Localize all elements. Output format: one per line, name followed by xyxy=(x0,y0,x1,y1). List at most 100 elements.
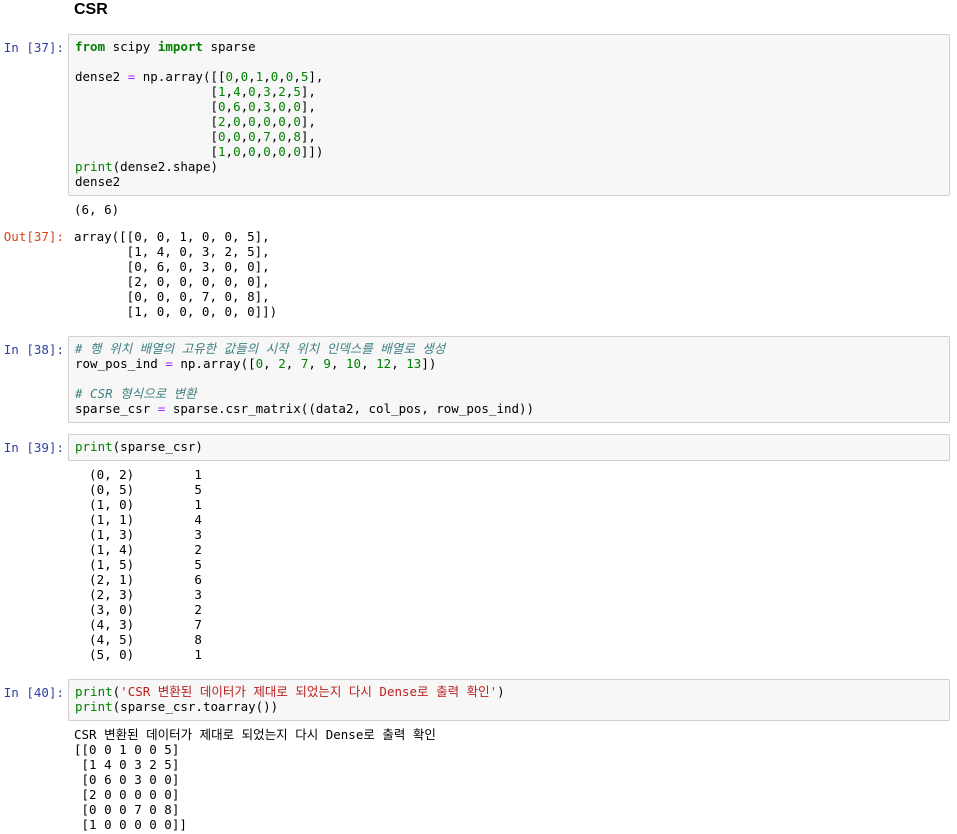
cell-39-stdout-line: (1, 4) 2 xyxy=(74,542,202,557)
code-token: , xyxy=(361,356,377,371)
cell-37-stdout: (6, 6) xyxy=(74,202,119,217)
cell-39-stdout-line: (2, 3) 3 xyxy=(74,587,202,602)
code-token: = xyxy=(165,356,173,371)
code-line: print(sparse_csr) xyxy=(75,439,943,454)
code-line: print(sparse_csr.toarray()) xyxy=(75,699,943,714)
code-token: 13 xyxy=(406,356,422,371)
code-line: sparse_csr = sparse.csr_matrix((data2, c… xyxy=(75,401,943,416)
code-token: 1 xyxy=(218,144,226,159)
code-token: (dense2.shape) xyxy=(112,159,218,174)
code-token: , xyxy=(240,129,249,144)
code-token: (sparse_csr.toarray()) xyxy=(112,699,279,714)
code-line: print('CSR 변환된 데이터가 제대로 되었는지 다시 Dense로 출… xyxy=(75,684,943,699)
code-token: , xyxy=(308,356,324,371)
code-token: , xyxy=(225,84,234,99)
code-token: import xyxy=(157,39,203,54)
code-token: ], xyxy=(308,69,324,84)
code-line: # CSR 형식으로 변환 xyxy=(75,386,943,401)
code-token: 7 xyxy=(263,129,271,144)
code-token: 5 xyxy=(293,84,301,99)
code-token: 0 xyxy=(278,114,286,129)
code-token: [ xyxy=(75,84,218,99)
code-line: from scipy import sparse xyxy=(75,39,943,54)
code-token: 0 xyxy=(278,144,286,159)
code-token: , xyxy=(240,144,249,159)
cell-37-code-editor[interactable]: from scipy import sparse dense2 = np.arra… xyxy=(68,34,950,196)
code-token: , xyxy=(391,356,407,371)
code-line: dense2 = np.array([[0,0,1,0,0,5], xyxy=(75,69,943,84)
code-token: ], xyxy=(300,114,316,129)
code-token: [ xyxy=(75,99,218,114)
code-token: sparse_csr xyxy=(75,401,158,416)
code-token: , xyxy=(248,69,256,84)
code-token: , xyxy=(263,356,279,371)
cell-37-result: array([[0, 0, 1, 0, 0, 5], [1, 4, 0, 3, … xyxy=(74,229,277,319)
cell-40-stdout-line: [0 0 0 7 0 8] xyxy=(74,802,180,817)
code-token: 8 xyxy=(293,129,301,144)
code-token: 0 xyxy=(278,129,286,144)
code-token: , xyxy=(278,69,286,84)
code-token: print xyxy=(75,159,113,174)
code-token: scipy xyxy=(105,39,158,54)
cell-39-stdout-line: (3, 0) 2 xyxy=(74,602,202,617)
cell-40-stdout: CSR 변환된 데이터가 제대로 되었는지 다시 Dense로 출력 확인 [[0… xyxy=(74,727,436,832)
code-token: print xyxy=(75,684,113,699)
code-token: sparse xyxy=(202,39,256,54)
cell-37-result-line: [2, 0, 0, 0, 0, 0], xyxy=(74,274,270,289)
code-line: [0,6,0,3,0,0], xyxy=(75,99,943,114)
cell-37-result-line: [0, 0, 0, 7, 0, 8], xyxy=(74,289,270,304)
code-token: , xyxy=(240,114,249,129)
code-token: 2 xyxy=(218,114,226,129)
code-line: [1,0,0,0,0,0]]) xyxy=(75,144,943,159)
cell-39-stdout-line: (5, 0) 1 xyxy=(74,647,202,662)
code-token: , xyxy=(330,356,347,371)
code-token: , xyxy=(225,144,234,159)
code-token: 3 xyxy=(263,99,271,114)
code-line: [2,0,0,0,0,0], xyxy=(75,114,943,129)
code-token: 0 xyxy=(248,144,256,159)
cell-39-stdout-line: (0, 5) 5 xyxy=(74,482,202,497)
cell-37-result-line: array([[0, 0, 1, 0, 0, 5], xyxy=(74,229,270,244)
code-token: ]]) xyxy=(300,144,324,159)
code-token: ) xyxy=(497,684,505,699)
markdown-heading-csr: CSR xyxy=(74,1,108,18)
cell-37-result-line: [0, 6, 0, 3, 0, 0], xyxy=(74,259,270,274)
code-token: 0 xyxy=(293,99,301,114)
code-token: print xyxy=(75,699,113,714)
code-token: dense2 xyxy=(75,69,128,84)
code-token: (sparse_csr) xyxy=(112,439,203,454)
code-token: ], xyxy=(300,99,316,114)
code-token: 0 xyxy=(233,129,241,144)
code-token: , xyxy=(225,99,234,114)
code-token: 0 xyxy=(248,99,256,114)
cell-40-stdout-line: CSR 변환된 데이터가 제대로 되었는지 다시 Dense로 출력 확인 xyxy=(74,727,436,742)
code-token: [ xyxy=(75,114,218,129)
cell-39-stdout-line: (1, 3) 3 xyxy=(74,527,202,542)
code-token: , xyxy=(225,129,234,144)
cell-38-code-editor[interactable]: # 행 위치 배열의 고유한 값들의 시작 위치 인덱스를 배열로 생성 row_… xyxy=(68,336,950,423)
cell-39-input-prompt: In [39]: xyxy=(3,440,64,455)
cell-37-input-prompt: In [37]: xyxy=(3,40,64,55)
cell-40-stdout-line: [1 0 0 0 0 0]] xyxy=(74,817,187,832)
code-token: 0 xyxy=(248,84,256,99)
cell-40-code-editor[interactable]: print('CSR 변환된 데이터가 제대로 되었는지 다시 Dense로 출… xyxy=(68,679,950,721)
cell-39-code-editor[interactable]: print(sparse_csr) xyxy=(68,434,950,461)
cell-40-stdout-line: [2 0 0 0 0 0] xyxy=(74,787,180,802)
code-token: 0 xyxy=(225,69,234,84)
cell-37-stdout-line: (6, 6) xyxy=(74,202,120,217)
code-token: 1 xyxy=(218,84,226,99)
code-token: 10 xyxy=(346,356,362,371)
code-token: row_pos_ind xyxy=(75,356,166,371)
code-token: 0 xyxy=(263,144,271,159)
code-token: [ xyxy=(75,129,218,144)
code-line: print(dense2.shape) xyxy=(75,159,943,174)
code-line: row_pos_ind = np.array([0, 2, 7, 9, 10, … xyxy=(75,356,943,371)
code-token: 3 xyxy=(263,84,271,99)
code-token: , xyxy=(233,69,241,84)
code-token: 0 xyxy=(233,144,241,159)
code-token: 6 xyxy=(233,99,241,114)
cell-39-stdout-line: (2, 1) 6 xyxy=(74,572,202,587)
code-line: # 행 위치 배열의 고유한 값들의 시작 위치 인덱스를 배열로 생성 xyxy=(75,341,943,356)
code-token: ], xyxy=(300,129,316,144)
code-token: np.array([[ xyxy=(135,69,226,84)
